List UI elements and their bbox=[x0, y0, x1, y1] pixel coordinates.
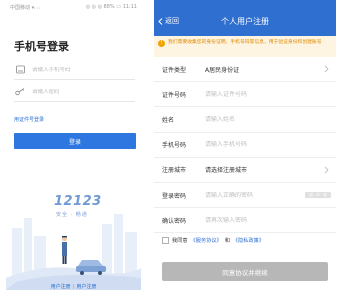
nav-bar: 返回 个人用户注册 bbox=[154, 0, 336, 36]
page-title: 个人用户注册 bbox=[221, 17, 269, 26]
form-label: 确认密码 bbox=[162, 217, 187, 225]
status-carrier: 中国移动 ▾ᵢ ᵢ ᵢ bbox=[10, 4, 40, 11]
password-strength-indicator: 弱 · 中 · 强 bbox=[305, 191, 331, 198]
form-row-confirm-password: 确认密码 bbox=[154, 208, 336, 234]
brand-illustration: 12123 安全 · 畅通 bbox=[6, 178, 141, 290]
name-input[interactable] bbox=[205, 115, 300, 123]
brand-slogan: 安全 · 畅通 bbox=[56, 212, 88, 218]
form-row-id-number: 证件号码 bbox=[154, 82, 336, 108]
key-icon bbox=[14, 87, 26, 97]
form-row-name: 姓名 bbox=[154, 107, 336, 133]
id-number-input[interactable] bbox=[205, 90, 300, 98]
agree-and: 和 bbox=[224, 238, 230, 244]
page-title: 手机号登录 bbox=[14, 40, 69, 53]
status-bar: 中国移动 ▾ᵢ ᵢ ᵢ ◎ ◎ ◎ 88% ▭ 11:11 bbox=[6, 0, 141, 14]
agree-prefix: 我同意 bbox=[172, 238, 188, 244]
login-button[interactable]: 登录 bbox=[14, 133, 136, 149]
confirm-password-input[interactable] bbox=[205, 216, 300, 224]
password-field-row bbox=[14, 82, 135, 102]
register-screen: 返回 个人用户注册 ! 我们需要收集您的身份证明、手机号码等信息，用于验证身份和… bbox=[154, 0, 336, 302]
status-indicators: ◎ ◎ ◎ 88% ▭ 11:11 bbox=[85, 4, 137, 10]
form-label: 登录密码 bbox=[162, 192, 187, 200]
agree-checkbox[interactable] bbox=[162, 237, 169, 244]
footer-register-link[interactable]: 用户注册 bbox=[51, 283, 71, 290]
form-label: 证件类型 bbox=[162, 66, 187, 74]
phone-input[interactable] bbox=[32, 66, 127, 73]
form-label: 手机号码 bbox=[162, 142, 187, 150]
notice-banner: ! 我们需要收集您的身份证明、手机号码等信息，用于验证身份和创建账号 bbox=[154, 36, 336, 57]
agree-and-continue-button[interactable]: 同意协议并继续 bbox=[162, 262, 328, 281]
agreement-row: 我同意 《服务协议》 和 《隐私政策》 bbox=[162, 237, 264, 244]
footer-separator: | bbox=[72, 284, 75, 290]
footer-links: 用户注册 | 用户注册 bbox=[6, 283, 141, 290]
phone-field-row bbox=[14, 60, 135, 80]
notice-text: 我们需要收集您的身份证明、手机号码等信息，用于验证身份和创建账号 bbox=[168, 40, 322, 45]
city-select-value: 请选择注册城市 bbox=[205, 167, 248, 175]
privacy-policy-link[interactable]: 《隐私政策》 bbox=[233, 237, 264, 244]
form-row-id-type[interactable]: 证件类型 A居民身份证 bbox=[154, 57, 336, 83]
chevron-right-icon bbox=[324, 65, 329, 73]
login-screen: 中国移动 ▾ᵢ ᵢ ᵢ ◎ ◎ ◎ 88% ▭ 11:11 手机号登录 用证件号… bbox=[6, 0, 141, 302]
password-input[interactable] bbox=[205, 191, 300, 199]
chevron-right-icon bbox=[324, 166, 329, 174]
service-agreement-link[interactable]: 《服务协议》 bbox=[191, 237, 222, 244]
form-label: 证件号码 bbox=[162, 91, 187, 99]
footer-other-link[interactable]: 用户注册 bbox=[76, 283, 96, 290]
password-input[interactable] bbox=[32, 88, 127, 95]
phone-input[interactable] bbox=[205, 141, 300, 149]
id-type-value: A居民身份证 bbox=[205, 66, 240, 74]
phone-icon bbox=[14, 65, 26, 75]
form-row-password: 登录密码 弱 · 中 · 强 bbox=[154, 183, 336, 209]
form-row-phone: 手机号码 bbox=[154, 133, 336, 158]
info-icon: ! bbox=[158, 40, 165, 47]
cert-login-link[interactable]: 用证件号登录 bbox=[14, 116, 44, 123]
brand-logo: 12123 bbox=[54, 194, 102, 209]
form-row-city[interactable]: 注册城市 请选择注册城市 bbox=[154, 158, 336, 183]
form-label: 姓名 bbox=[162, 116, 175, 124]
form-label: 注册城市 bbox=[162, 167, 187, 175]
